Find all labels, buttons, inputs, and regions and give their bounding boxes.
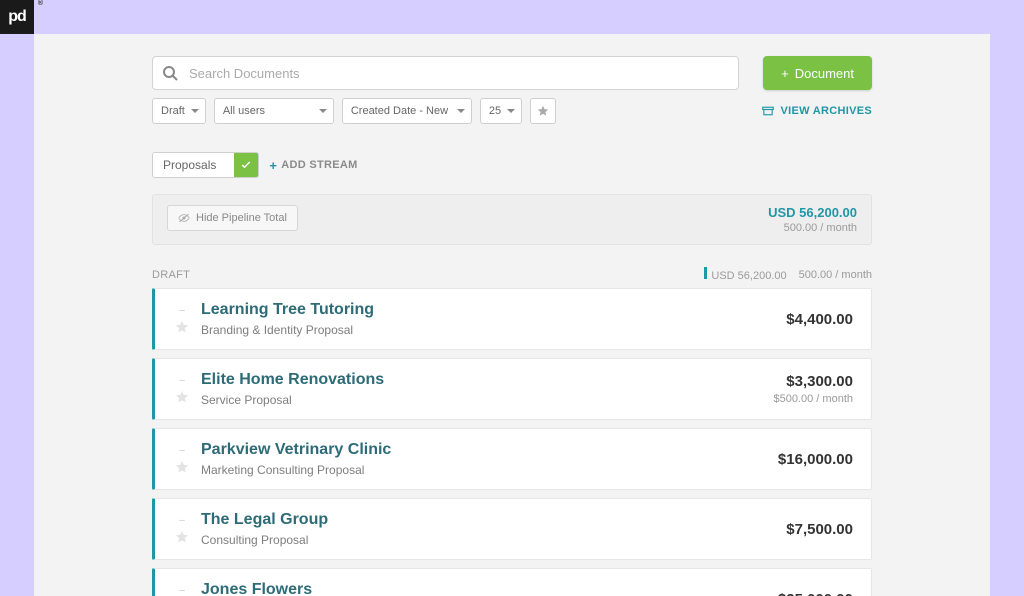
card-title: The Legal Group [201, 511, 786, 529]
star-icon [537, 105, 549, 117]
document-card[interactable]: – Parkview Vetrinary Clinic Marketing Co… [152, 428, 872, 490]
archive-icon [762, 105, 774, 117]
stream-chip-proposals[interactable]: Proposals [152, 152, 259, 178]
card-amount: $3,300.00 [773, 373, 853, 390]
eye-off-icon [178, 212, 190, 224]
status-dash-icon: – [179, 515, 185, 526]
card-amount: $16,000.00 [778, 451, 853, 468]
card-subtitle: Consulting Proposal [201, 533, 786, 547]
status-dash-icon: – [179, 585, 185, 596]
card-amount-col: $7,500.00 [786, 521, 853, 538]
plus-icon: + [269, 158, 277, 173]
document-card[interactable]: – Jones Flowers Sample Business Proposal… [152, 568, 872, 596]
filter-per-page-label: 25 [489, 105, 501, 117]
section-monthly: 500.00 / month [799, 269, 872, 281]
card-amount: $25,000.00 [778, 591, 853, 596]
new-document-label: Document [795, 66, 854, 81]
card-amount: $7,500.00 [786, 521, 853, 538]
document-card[interactable]: – Learning Tree Tutoring Branding & Iden… [152, 288, 872, 350]
card-title: Elite Home Renovations [201, 371, 773, 389]
card-amount-col: $3,300.00 $500.00 / month [773, 373, 853, 405]
chevron-down-icon [457, 109, 465, 113]
filter-status-label: Draft [161, 105, 185, 117]
topbar: + Document [152, 56, 872, 90]
status-dash-icon: – [179, 445, 185, 456]
document-card[interactable]: – Elite Home Renovations Service Proposa… [152, 358, 872, 420]
filter-sort-label: Created Date - New [351, 105, 448, 117]
star-icon[interactable] [175, 320, 189, 334]
filter-status[interactable]: Draft [152, 98, 206, 124]
document-list: – Learning Tree Tutoring Branding & Iden… [152, 288, 872, 596]
add-stream-label: ADD STREAM [281, 159, 357, 171]
card-title: Parkview Vetrinary Clinic [201, 441, 778, 459]
stream-row: Proposals + ADD STREAM [152, 152, 872, 178]
card-star-col: – [163, 515, 201, 544]
logo: pd [0, 0, 34, 34]
star-icon[interactable] [175, 530, 189, 544]
view-archives-link[interactable]: VIEW ARCHIVES [762, 105, 872, 117]
filter-user[interactable]: All users [214, 98, 334, 124]
status-dash-icon: – [179, 375, 185, 386]
chevron-down-icon [507, 109, 515, 113]
chevron-down-icon [191, 109, 199, 113]
pipeline-total: USD 56,200.00 500.00 / month [768, 205, 857, 234]
card-info: Elite Home Renovations Service Proposal [201, 371, 773, 407]
add-stream-button[interactable]: + ADD STREAM [269, 158, 357, 173]
document-card[interactable]: – The Legal Group Consulting Proposal $7… [152, 498, 872, 560]
filter-starred[interactable] [530, 98, 556, 124]
card-title: Learning Tree Tutoring [201, 301, 786, 319]
card-amount: $4,400.00 [786, 311, 853, 328]
hide-pipeline-label: Hide Pipeline Total [196, 212, 287, 224]
star-icon[interactable] [175, 390, 189, 404]
card-info: Learning Tree Tutoring Branding & Identi… [201, 301, 786, 337]
filters-row: Draft All users Created Date - New 25 VI… [152, 98, 872, 124]
card-star-col: – [163, 585, 201, 596]
search-icon [162, 65, 178, 81]
card-sub-amount: $500.00 / month [773, 393, 853, 405]
check-icon [234, 153, 258, 177]
star-icon[interactable] [175, 460, 189, 474]
card-title: Jones Flowers [201, 581, 778, 596]
filter-per-page[interactable]: 25 [480, 98, 522, 124]
section-label: DRAFT [152, 269, 190, 281]
card-subtitle: Marketing Consulting Proposal [201, 463, 778, 477]
status-dash-icon: – [179, 305, 185, 316]
card-info: Parkview Vetrinary Clinic Marketing Cons… [201, 441, 778, 477]
pipeline-header: Hide Pipeline Total USD 56,200.00 500.00… [152, 194, 872, 245]
chevron-down-icon [319, 109, 327, 113]
card-amount-col: $16,000.00 [778, 451, 853, 468]
card-amount-col: $4,400.00 [786, 311, 853, 328]
stream-chip-label: Proposals [153, 153, 234, 177]
card-subtitle: Branding & Identity Proposal [201, 323, 786, 337]
hide-pipeline-total-button[interactable]: Hide Pipeline Total [167, 205, 298, 231]
plus-icon: + [781, 66, 789, 81]
card-info: Jones Flowers Sample Business Proposal [201, 581, 778, 596]
card-star-col: – [163, 375, 201, 404]
card-amount-col: $25,000.00 [778, 591, 853, 596]
app-frame: + Document Draft All users Created Date … [34, 34, 990, 596]
new-document-button[interactable]: + Document [763, 56, 872, 90]
filter-sort[interactable]: Created Date - New [342, 98, 472, 124]
card-subtitle: Service Proposal [201, 393, 773, 407]
card-info: The Legal Group Consulting Proposal [201, 511, 786, 547]
card-star-col: – [163, 305, 201, 334]
search-input[interactable] [152, 56, 739, 90]
filter-user-label: All users [223, 105, 265, 117]
card-star-col: – [163, 445, 201, 474]
section-header: DRAFT USD 56,200.00 500.00 / month [152, 267, 872, 282]
section-total: USD 56,200.00 [704, 267, 786, 282]
view-archives-label: VIEW ARCHIVES [780, 105, 872, 117]
